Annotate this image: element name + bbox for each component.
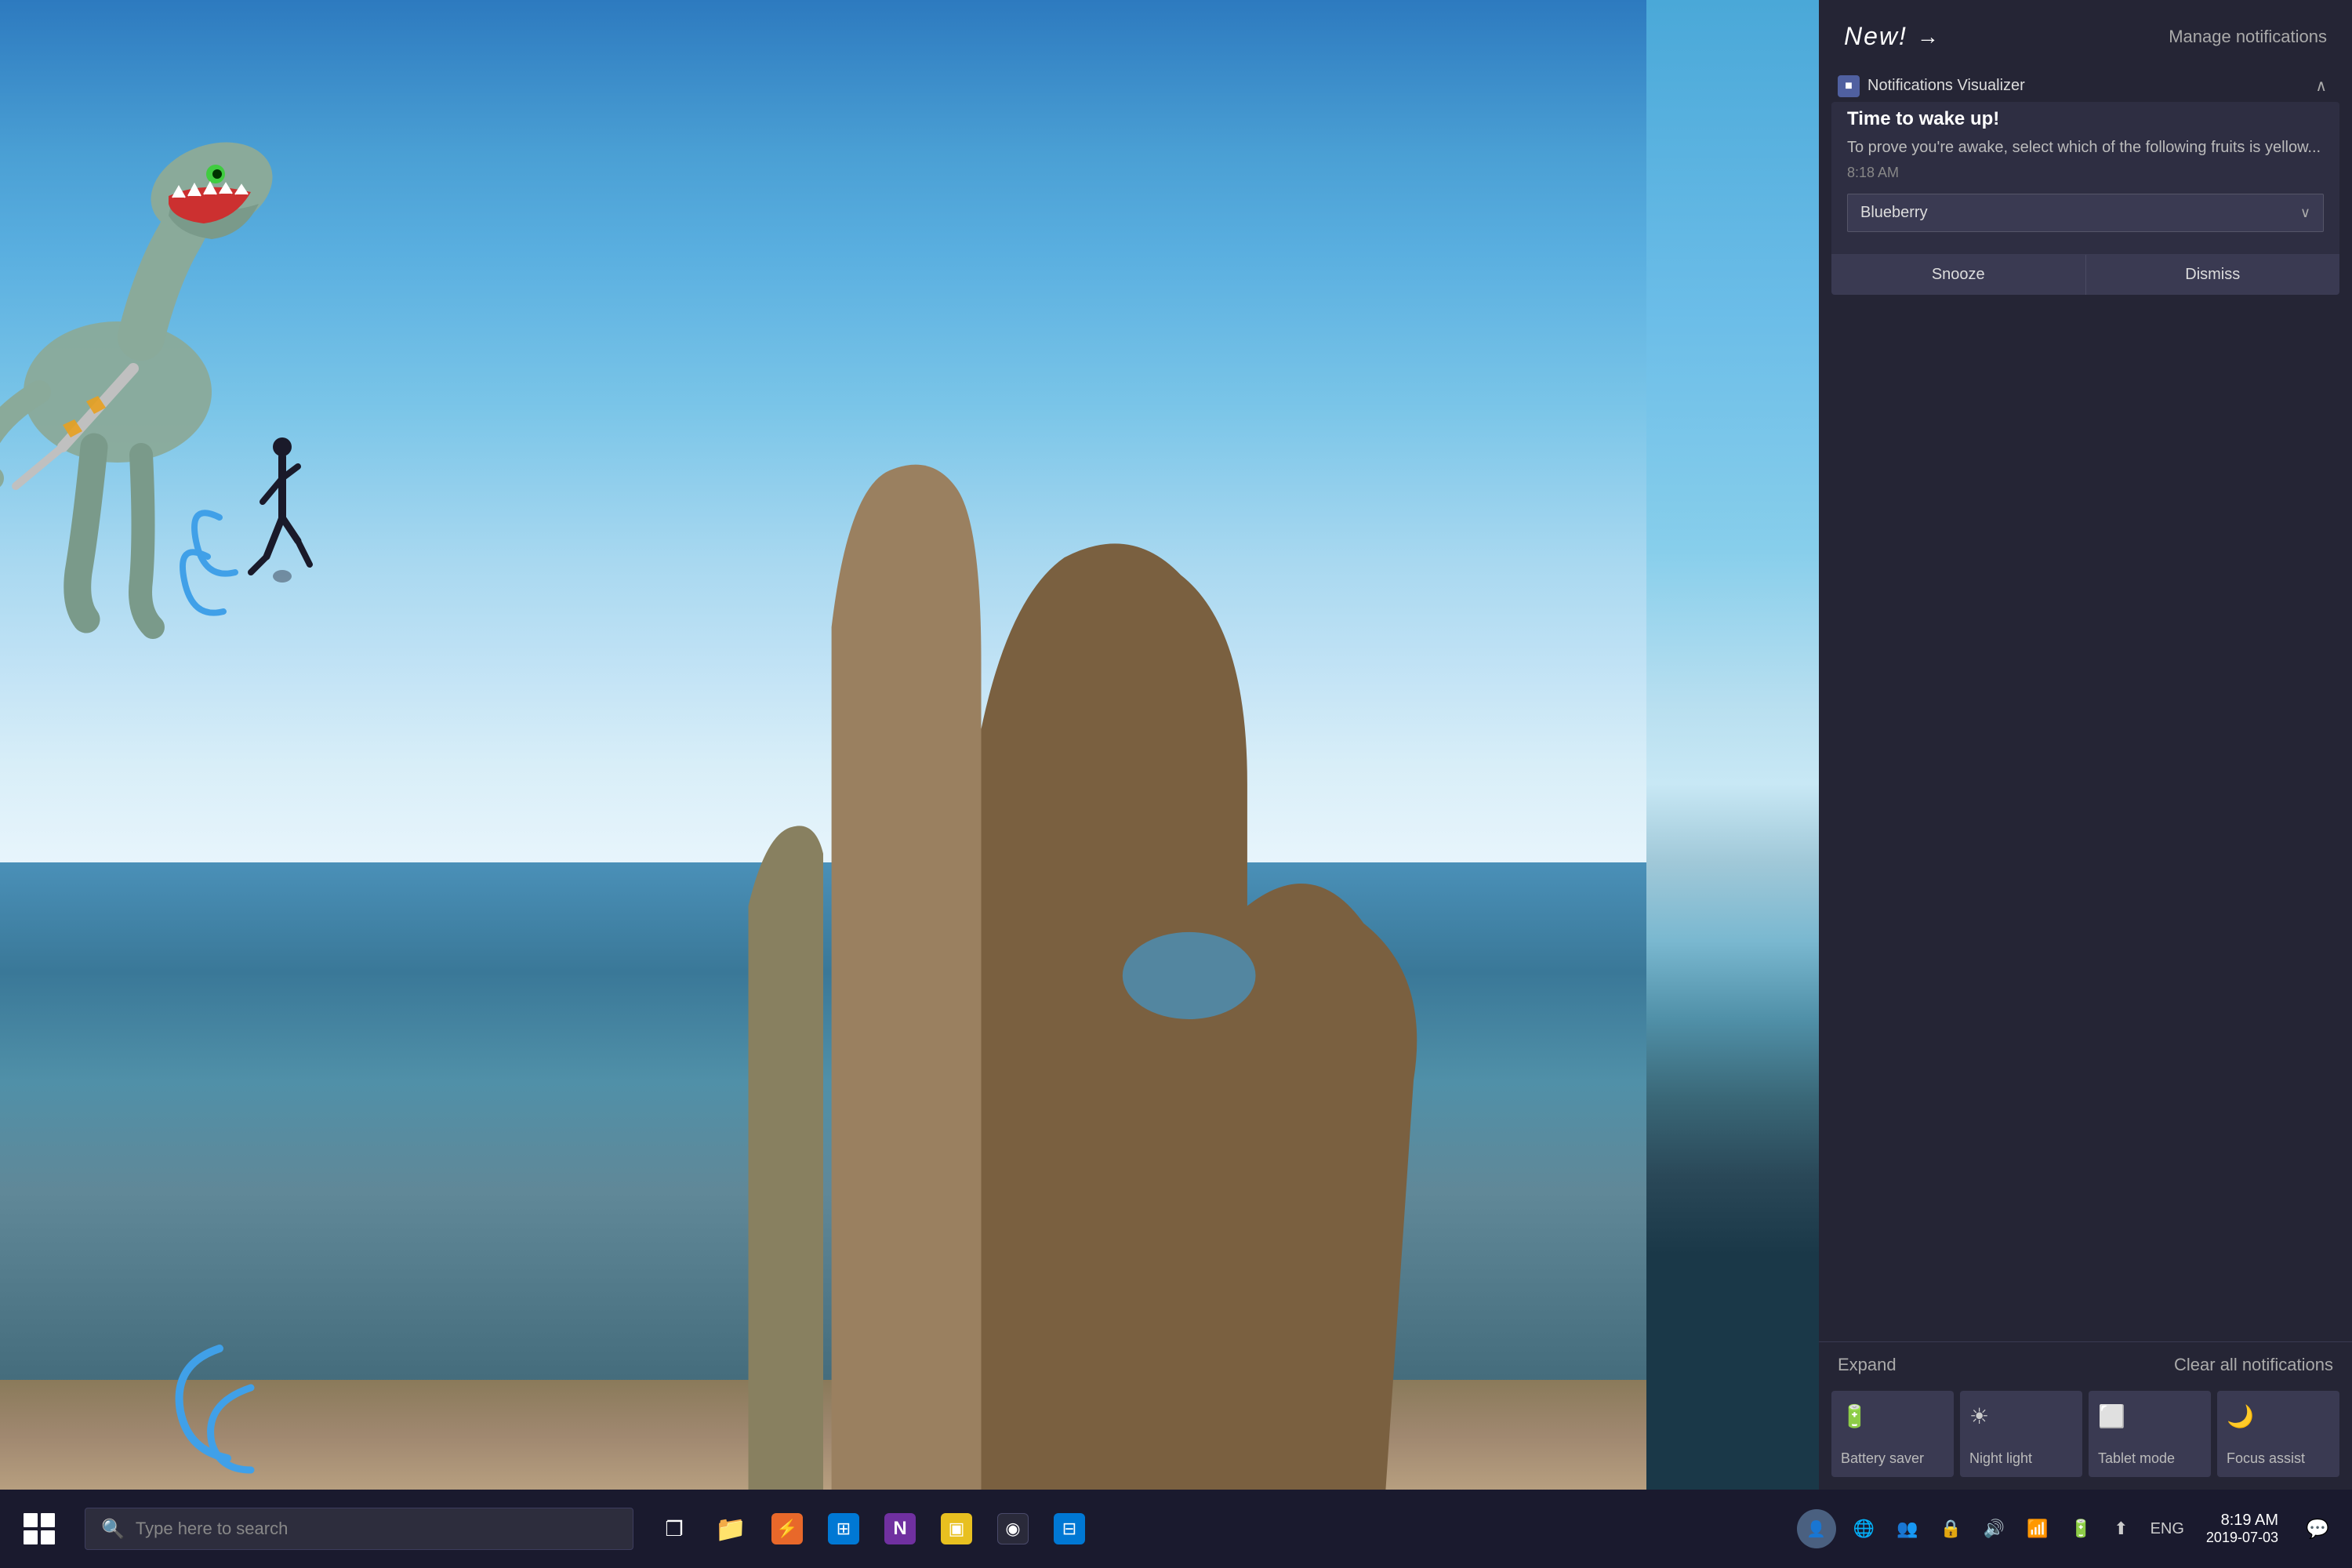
network-icon[interactable]: 🌐 (1849, 1514, 1879, 1544)
notification-time: 8:18 AM (1847, 165, 2324, 181)
notification-panel: New! → Manage notifications ■ Notificati… (1819, 0, 2352, 1490)
calculator-button[interactable]: ⊞ (818, 1497, 869, 1560)
taskbar: 🔍 Type here to search ❐ 📁 ⚡ ⊞ N ▣ ◉ ⊟ (0, 1490, 2352, 1568)
new-badge-area: New! → (1844, 22, 1939, 51)
snooze-button[interactable]: Snooze (1831, 255, 2086, 295)
multitasking-button[interactable]: ⊟ (1044, 1497, 1094, 1560)
up-arrow-icon[interactable]: ⬆ (2109, 1514, 2132, 1544)
file-explorer-button[interactable]: 📁 (706, 1497, 756, 1560)
focus-assist-icon: 🌙 (2227, 1403, 2254, 1429)
beach-water (0, 862, 1646, 1411)
battery-saver-label: Battery saver (1841, 1450, 1924, 1468)
night-light-icon: ☀ (1969, 1403, 1989, 1429)
search-icon: 🔍 (101, 1518, 125, 1541)
new-label: New! (1844, 22, 1907, 51)
app-row: ■ Notifications Visualizer ∧ (1819, 67, 2352, 102)
battery-saver-icon: 🔋 (1841, 1403, 1868, 1429)
quick-tile-focus-assist[interactable]: 🌙 Focus assist (2217, 1391, 2339, 1477)
dropdown-value: Blueberry (1860, 204, 1928, 222)
file-explorer-icon: 📁 (715, 1514, 746, 1544)
night-light-label: Night light (1969, 1450, 2032, 1468)
panel-spacer (1819, 307, 2352, 1341)
language-indicator[interactable]: ENG (2146, 1515, 2189, 1543)
orange-app-icon: ⚡ (771, 1513, 803, 1544)
calculator-icon: ⊞ (828, 1513, 859, 1544)
clear-all-link[interactable]: Clear all notifications (2174, 1355, 2333, 1375)
tablet-mode-label: Tablet mode (2098, 1450, 2175, 1468)
multitasking-icon: ⊟ (1054, 1513, 1085, 1544)
quick-tile-tablet-mode[interactable]: ⬜ Tablet mode (2089, 1391, 2211, 1477)
people-icon[interactable]: 👥 (1892, 1514, 1922, 1544)
expand-row: Expand Clear all notifications (1819, 1341, 2352, 1385)
notification-card: Time to wake up! To prove you're awake, … (1831, 102, 2339, 295)
system-tray: 👤 🌐 👥 🔒 🔊 📶 🔋 ⬆ ENG 8:19 AM 2019-07-03 💬 (1797, 1490, 2352, 1568)
tablet-mode-icon: ⬜ (2098, 1403, 2125, 1429)
dismiss-button[interactable]: Dismiss (2086, 255, 2340, 295)
clock-time: 8:19 AM (2221, 1512, 2278, 1530)
manage-notifications-link[interactable]: Manage notifications (2169, 27, 2327, 47)
panel-header: New! → Manage notifications (1819, 0, 2352, 67)
onenote-icon: N (884, 1513, 916, 1544)
security-icon[interactable]: 🔒 (1936, 1514, 1966, 1544)
action-center-icon: 💬 (2306, 1518, 2329, 1541)
task-view-icon: ❐ (665, 1517, 683, 1541)
dark-app-icon: ◉ (997, 1513, 1029, 1544)
search-placeholder: Type here to search (136, 1519, 288, 1539)
quick-actions: 🔋 Battery saver ☀ Night light ⬜ Tablet m… (1819, 1385, 2352, 1490)
windows-icon (24, 1513, 55, 1544)
battery-icon[interactable]: 🔋 (2066, 1514, 2096, 1544)
collapse-button[interactable]: ∧ (2309, 73, 2333, 99)
network-status-icon[interactable]: 📶 (2022, 1514, 2053, 1544)
onenote-button[interactable]: N (875, 1497, 925, 1560)
fruit-dropdown[interactable]: Blueberry ∨ (1847, 194, 2324, 232)
arrow-icon: → (1917, 24, 1939, 49)
expand-link[interactable]: Expand (1838, 1355, 1896, 1375)
clock[interactable]: 8:19 AM 2019-07-03 (2201, 1507, 2283, 1551)
app-icon-2[interactable]: ▣ (931, 1497, 982, 1560)
app-icon-1[interactable]: ⚡ (762, 1497, 812, 1560)
volume-icon[interactable]: 🔊 (1979, 1514, 2009, 1544)
panel-footer: Expand Clear all notifications 🔋 Battery… (1819, 1341, 2352, 1490)
chevron-down-icon: ∨ (2300, 205, 2310, 221)
taskbar-apps: ❐ 📁 ⚡ ⊞ N ▣ ◉ ⊟ (649, 1497, 1094, 1560)
notification-body: To prove you're awake, select which of t… (1847, 136, 2324, 158)
yellow-app-icon: ▣ (941, 1513, 972, 1544)
start-button[interactable] (0, 1490, 78, 1568)
quick-tile-battery-saver[interactable]: 🔋 Battery saver (1831, 1391, 1954, 1477)
app-name: Notifications Visualizer (1867, 77, 2309, 95)
app-icon: ■ (1838, 75, 1860, 97)
action-center-button[interactable]: 💬 (2296, 1490, 2339, 1568)
notification-title: Time to wake up! (1847, 108, 2324, 130)
focus-assist-label: Focus assist (2227, 1450, 2305, 1468)
user-avatar[interactable]: 👤 (1797, 1509, 1836, 1548)
notification-content: Time to wake up! To prove you're awake, … (1831, 102, 2339, 254)
app-icon-3[interactable]: ◉ (988, 1497, 1038, 1560)
quick-tile-night-light[interactable]: ☀ Night light (1960, 1391, 2082, 1477)
clock-date: 2019-07-03 (2206, 1530, 2278, 1546)
task-view-button[interactable]: ❐ (649, 1497, 699, 1560)
search-bar[interactable]: 🔍 Type here to search (85, 1508, 633, 1550)
notification-actions: Snooze Dismiss (1831, 254, 2339, 295)
